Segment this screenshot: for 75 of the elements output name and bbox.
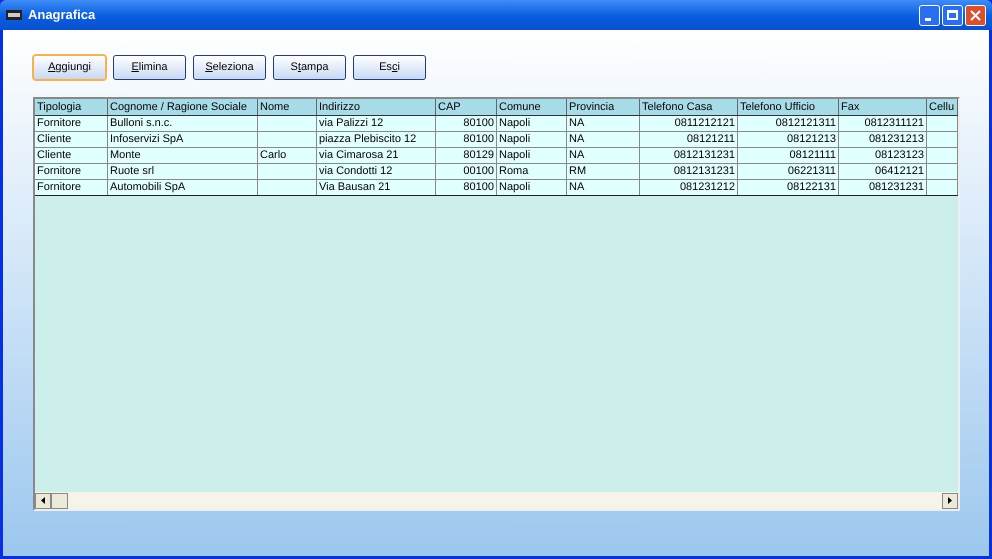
table-cell: Cliente: [37, 149, 72, 161]
app-icon: [6, 10, 22, 20]
toolbar-button[interactable]: Elimina: [113, 55, 186, 80]
minimize-button[interactable]: [919, 4, 940, 26]
table-cell: NA: [569, 133, 584, 145]
table-cell: 08121111: [790, 149, 836, 161]
table-cell: Napoli: [499, 117, 530, 129]
table-cell: Automobili SpA: [110, 181, 186, 193]
scroll-right-button[interactable]: [942, 492, 958, 508]
table-cell: NA: [569, 149, 584, 161]
table-cell: 06221311: [788, 165, 836, 177]
column-header[interactable]: Fax: [839, 99, 927, 115]
close-button[interactable]: [965, 4, 986, 26]
window-title: Anagrafica: [28, 6, 96, 24]
column-header[interactable]: Tipologia: [35, 99, 108, 115]
table-cell: Cliente: [37, 133, 72, 145]
table-cell: Napoli: [499, 149, 530, 161]
table-cell: 80129: [463, 149, 494, 161]
table-cell: 081231212: [680, 181, 735, 193]
toolbar-button[interactable]: Aggiungi: [33, 55, 106, 80]
table-cell: Infoservizi SpA: [110, 133, 184, 145]
toolbar-button[interactable]: Seleziona: [193, 55, 266, 80]
table-cell: Fornitore: [37, 117, 82, 129]
table-cell: 0812121311: [776, 117, 836, 129]
column-header[interactable]: Indirizzo: [317, 99, 436, 115]
table-cell: 08122131: [787, 181, 836, 193]
table-cell: 80100: [463, 117, 494, 129]
table-cell: 0811212121: [674, 117, 735, 129]
table-cell: 80100: [463, 133, 494, 145]
maximize-icon: [947, 10, 958, 20]
table-cell: Ruote srl: [110, 165, 154, 177]
table-cell: NA: [569, 117, 584, 129]
table-cell: 0812311121: [864, 117, 924, 129]
table-cell: via Cimarosa 21: [319, 149, 398, 161]
column-header[interactable]: Cellu: [927, 99, 958, 115]
table-cell: Monte: [110, 149, 141, 161]
scroll-left-button[interactable]: [35, 492, 51, 508]
table-cell: RM: [569, 165, 586, 177]
table-cell: Fornitore: [37, 165, 82, 177]
table-cell: 06412121: [875, 165, 924, 177]
table-cell: 08121213: [787, 133, 836, 145]
right-arrow-icon: [948, 497, 952, 504]
table-cell: via Palizzi 12: [319, 117, 384, 129]
column-header[interactable]: Comune: [497, 99, 567, 115]
table-cell: Napoli: [499, 133, 530, 145]
table-cell: NA: [569, 181, 584, 193]
column-header[interactable]: Telefono Casa: [640, 99, 738, 115]
table-cell: Carlo: [260, 149, 286, 161]
toolbar-button[interactable]: Stampa: [273, 55, 346, 80]
toolbar-button[interactable]: Esci: [353, 55, 426, 80]
table-cell: 0812131231: [674, 149, 735, 161]
table-cell: 00100: [463, 165, 494, 177]
table-cell: 081231213: [868, 133, 924, 145]
column-header[interactable]: Nome: [258, 99, 317, 115]
table-cell: Napoli: [499, 181, 530, 193]
column-header[interactable]: CAP: [436, 99, 497, 115]
table-cell: via Condotti 12: [319, 165, 392, 177]
table-cell: Roma: [499, 165, 528, 177]
table-cell: Fornitore: [37, 181, 82, 193]
column-header[interactable]: Telefono Ufficio: [738, 99, 839, 115]
column-header[interactable]: Provincia: [567, 99, 640, 115]
table-cell: 0812131231: [674, 165, 735, 177]
column-header[interactable]: Cognome / Ragione Sociale: [108, 99, 258, 115]
table-cell: Via Bausan 21: [319, 181, 390, 193]
close-icon: [970, 10, 981, 20]
left-arrow-icon: [41, 497, 45, 504]
table-cell: 08121211: [686, 133, 735, 145]
table-cell: 80100: [463, 181, 494, 193]
table-cell: piazza Plebiscito 12: [319, 133, 416, 145]
table-cell: 08123123: [875, 149, 924, 161]
maximize-button[interactable]: [942, 4, 963, 26]
table-cell: Bulloni s.n.c.: [110, 117, 172, 129]
table-cell: 081231231: [868, 181, 924, 193]
scroll-thumb[interactable]: [51, 492, 68, 508]
minimize-icon: [924, 18, 930, 20]
